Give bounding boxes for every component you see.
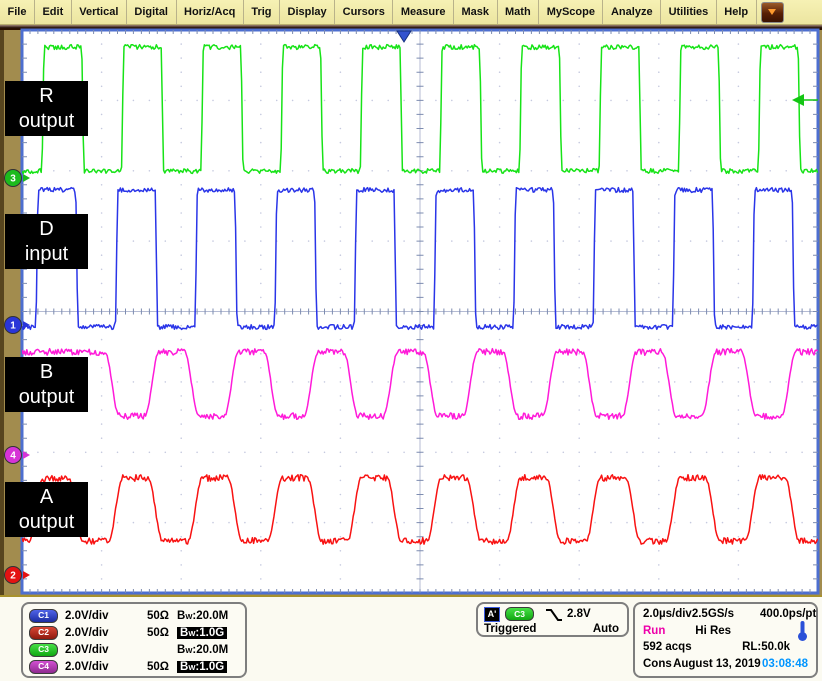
run-state: Run [643,625,665,637]
menu-items: FileEditVerticalDigitalHoriz/AcqTrigDisp… [0,0,757,24]
waveform-label-b-output: B output [5,357,88,412]
svg-text:4: 4 [10,451,16,462]
sample-rate: 2.5GS/s [692,608,734,620]
menu-item-file[interactable]: File [0,0,35,24]
scope-left-edge [0,28,4,595]
horizontal-readout-box[interactable]: 2.0µs/div 2.5GS/s 400.0ps/pt Run Hi Res … [633,602,818,678]
menu-bar: FileEditVerticalDigitalHoriz/AcqTrigDisp… [0,0,822,25]
menu-item-utilities[interactable]: Utilities [661,0,717,24]
label-line: R [39,84,53,109]
trigger-readout-box[interactable]: A' C3 2.8V Triggered Auto [476,602,629,637]
channel-scale: 2.0V/div [65,644,127,656]
resolution: 400.0ps/pt [760,608,816,620]
trigger-source-row: A' C3 2.8V [484,606,621,622]
timebase: 2.0µs/div [643,608,692,620]
menu-item-cursors[interactable]: Cursors [335,0,393,24]
acquisitions-row: 592 acqs RL:50.0k [643,639,808,655]
falling-edge-icon [544,607,563,622]
channel-pill-c4[interactable]: C4 [29,660,58,674]
channel-row-c2: C2 2.0V/div50Ω BW:1.0G [29,624,239,641]
menu-item-display[interactable]: Display [280,0,335,24]
svg-text:1: 1 [10,321,16,332]
cons-label: Cons [643,658,672,670]
menu-item-analyze[interactable]: Analyze [603,0,661,24]
menu-item-measure[interactable]: Measure [393,0,454,24]
menu-item-horiz-acq[interactable]: Horiz/Acq [177,0,244,24]
menu-item-myscope[interactable]: MyScope [539,0,603,24]
channel-bandwidth: BW:20.0M [177,610,228,622]
channel-bandwidth: BW:1.0G [177,661,227,673]
label-line: output [19,385,75,410]
channel-scale: 2.0V/div [65,610,127,622]
svg-text:3: 3 [10,174,16,185]
menu-item-edit[interactable]: Edit [35,0,72,24]
waveform-label-a-output: A output [5,482,88,537]
channel-bandwidth: BW:20.0M [177,644,228,656]
label-line: A [40,485,53,510]
trigger-mode[interactable]: Auto [593,623,619,635]
channel-readouts-box[interactable]: C12.0V/div50ΩBW:20.0MC22.0V/div50ΩBW:1.0… [21,602,247,678]
run-row: Run Hi Res [643,623,808,639]
oscilloscope-screen: FileEditVerticalDigitalHoriz/AcqTrigDisp… [0,0,822,681]
menu-item-vertical[interactable]: Vertical [72,0,127,24]
label-line: output [19,510,75,535]
channel-row-c3: C3 2.0V/div BW:20.0M [29,641,239,658]
channel-scale: 2.0V/div [65,661,127,673]
channel-termination: 50Ω [127,610,169,622]
waveform-label-r-output: R output [5,81,88,136]
channel-bandwidth: BW:1.0G [177,627,227,639]
trigger-source-pill[interactable]: C3 [505,607,534,621]
trigger-status-row: Triggered Auto [484,622,621,635]
acquisitions: 592 acqs [643,641,692,653]
date: August 13, 2019 [673,658,761,670]
menu-item-math[interactable]: Math [498,0,540,24]
menu-item-digital[interactable]: Digital [127,0,177,24]
trigger-status: Triggered [484,623,536,635]
label-line: B [40,360,53,385]
waveform-label-d-input: D input [5,214,88,269]
waveform-display[interactable]: 3 1 4 2 [0,28,822,595]
datetime-row: Cons August 13, 2019 03:08:48 [643,656,808,672]
label-line: input [25,242,68,267]
trigger-a-badge[interactable]: A' [484,607,500,622]
record-length: RL:50.0k [742,641,790,653]
label-line: D [39,217,53,242]
channel-row-c1: C1 2.0V/div50Ω BW:20.0M [29,607,239,624]
channel-pill-c3[interactable]: C3 [29,643,58,657]
channel-scale: 2.0V/div [65,627,127,639]
timebase-row: 2.0µs/div 2.5GS/s 400.0ps/pt [643,606,808,622]
svg-text:2: 2 [10,571,16,582]
channel-pill-c2[interactable]: C2 [29,626,58,640]
acq-mode: Hi Res [695,625,731,637]
channel-termination: 50Ω [127,661,169,673]
channel-row-c4: C4 2.0V/div50Ω BW:1.0G [29,658,239,675]
status-bar: C12.0V/div50ΩBW:20.0MC22.0V/div50ΩBW:1.0… [0,595,822,681]
clock-time: 03:08:48 [762,658,808,670]
menu-item-trig[interactable]: Trig [244,0,280,24]
channel-pill-c1[interactable]: C1 [29,609,58,623]
label-line: output [19,109,75,134]
menu-item-help[interactable]: Help [717,0,757,24]
titlebar-right: MSO5104B Tek X [757,0,822,24]
trigger-level: 2.8V [567,608,591,620]
trigger-dropdown-button[interactable] [761,2,784,23]
chevron-down-icon [768,9,776,15]
menu-item-mask[interactable]: Mask [454,0,498,24]
channel-termination: 50Ω [127,627,169,639]
